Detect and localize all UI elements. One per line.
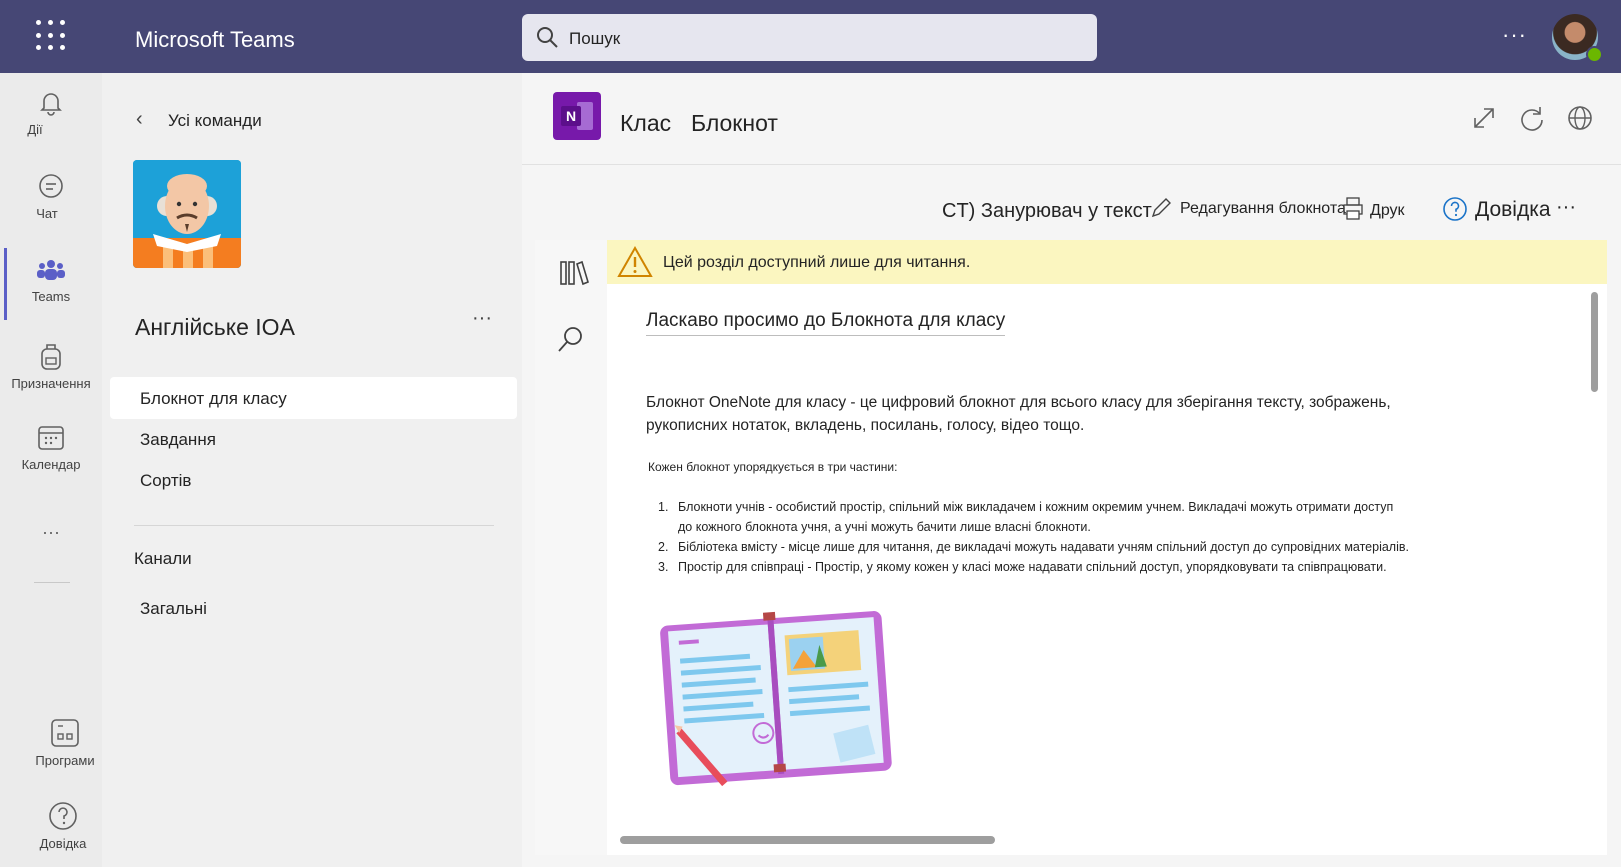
tab-notebook[interactable]: Блокнот — [691, 110, 778, 137]
presence-status-icon — [1586, 46, 1603, 63]
parts-list: 1. Блокноти учнів - особистий простір, с… — [648, 497, 1528, 577]
shakespeare-icon — [133, 160, 241, 268]
rail-item-apps[interactable]: Програми — [14, 717, 116, 768]
help-circle-icon — [1443, 197, 1467, 221]
page-title: Ласкаво просимо до Блокнота для класу — [646, 310, 1006, 336]
divider — [134, 525, 494, 526]
ribbon-more-icon[interactable]: ··· — [1556, 196, 1576, 219]
app-launcher-icon[interactable] — [36, 20, 68, 52]
vertical-scrollbar[interactable] — [1591, 292, 1598, 392]
channel-general[interactable]: Загальні — [140, 599, 207, 619]
pencil-icon — [1151, 198, 1171, 218]
list-item: 2. Бібліотека вмісту - місце лише для чи… — [658, 540, 1409, 554]
channels-header[interactable]: Канали — [134, 549, 192, 569]
search-icon — [537, 27, 558, 48]
print-button[interactable]: Друк — [1370, 202, 1405, 220]
rail-label: Календар — [21, 457, 81, 472]
rail-item-activity[interactable]: Дії — [0, 88, 102, 137]
search-box[interactable]: Пошук — [522, 14, 1097, 61]
rail-label: Програми — [35, 753, 95, 768]
tab-class[interactable]: Клас — [620, 110, 671, 137]
rail-label: Чат — [36, 206, 58, 221]
more-options-icon[interactable]: ··· — [1502, 22, 1527, 48]
chat-icon — [39, 174, 63, 198]
header-divider — [522, 164, 1621, 165]
read-only-warning-bar: Цей розділ доступний лише для читання. — [607, 240, 1607, 285]
svg-text:N: N — [566, 108, 576, 124]
refresh-icon[interactable] — [1518, 104, 1546, 132]
search-icon[interactable] — [556, 324, 586, 354]
horizontal-scrollbar[interactable] — [620, 836, 995, 844]
rail-label: Призначення — [11, 376, 91, 391]
notebooks-icon[interactable] — [558, 258, 590, 288]
rail-label: Teams — [31, 289, 71, 304]
rail-divider — [34, 582, 70, 583]
rail-item-assignments[interactable]: Призначення — [0, 340, 102, 391]
teams-icon — [37, 260, 65, 280]
more-apps-icon[interactable]: ··· — [0, 522, 102, 543]
calendar-icon — [38, 426, 64, 450]
team-name: Англійське IOA — [135, 314, 295, 340]
team-nav-grades[interactable]: Сортів — [140, 471, 191, 491]
help-button[interactable]: Довідка — [1475, 198, 1551, 222]
back-arrow-icon[interactable]: ‹ — [136, 108, 143, 131]
rail-item-help[interactable]: Довідка — [12, 800, 114, 851]
list-intro: Кожен блокнот упорядкується в три частин… — [648, 460, 898, 474]
list-item: 1. Блокноти учнів - особистий простір, с… — [658, 500, 1394, 534]
team-nav-class-notebook[interactable]: Блокнот для класу — [140, 389, 287, 409]
team-avatar — [133, 160, 241, 268]
list-item: 3. Простір для співпраці - Простір, у як… — [658, 560, 1387, 574]
warning-icon — [617, 246, 653, 277]
notebook-illustration — [660, 611, 892, 787]
team-more-icon[interactable]: ··· — [472, 307, 492, 330]
help-icon — [49, 802, 77, 830]
team-nav-assignments[interactable]: Завдання — [140, 430, 216, 450]
rail-item-chat[interactable]: Чат — [0, 172, 102, 221]
all-teams-link[interactable]: Усі команди — [168, 111, 262, 131]
apps-icon — [51, 719, 79, 747]
warning-text: Цей розділ доступний лише для читання. — [663, 254, 971, 271]
onenote-icon: N — [553, 92, 601, 140]
rail-item-teams[interactable]: Teams — [0, 255, 102, 304]
globe-icon[interactable] — [1566, 104, 1594, 132]
edit-notebook-button[interactable]: Редагування блокнота — [1180, 200, 1346, 218]
rail-label: Довідка — [39, 836, 87, 851]
immersive-reader-button[interactable]: CT) Занурювач у текст — [942, 200, 1152, 223]
notebook-page: Ласкаво просимо до Блокнота для класу Бл… — [607, 284, 1607, 855]
intro-paragraph: Блокнот OneNote для класу - це цифровий … — [646, 394, 1391, 434]
rail-item-calendar[interactable]: Календар — [0, 423, 102, 472]
app-title: Microsoft Teams — [135, 27, 295, 52]
search-input[interactable]: Пошук — [569, 29, 620, 49]
backpack-icon — [41, 344, 61, 370]
expand-icon[interactable] — [1470, 104, 1498, 132]
print-icon — [1343, 197, 1363, 220]
bell-icon — [40, 93, 62, 116]
rail-label: Дії — [27, 122, 43, 137]
